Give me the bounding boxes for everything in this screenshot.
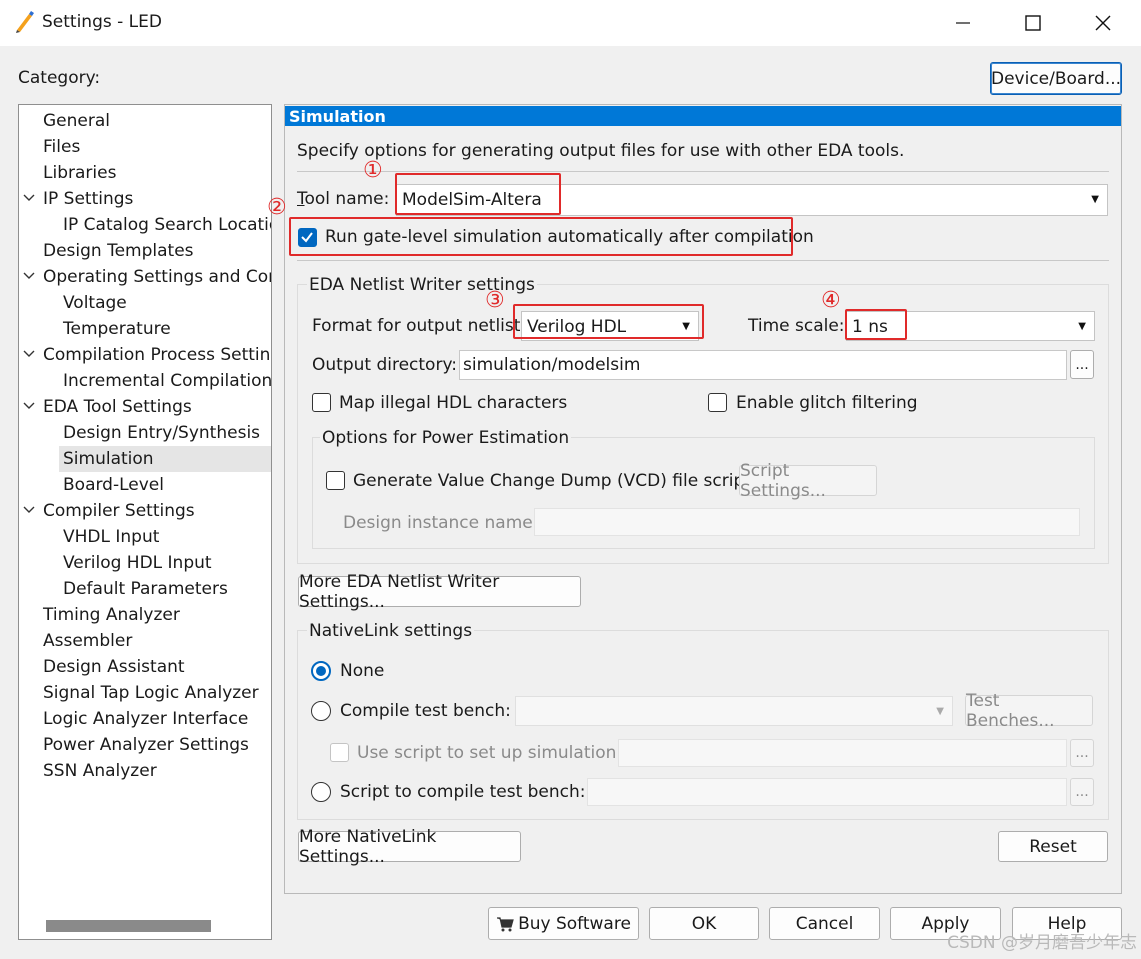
tree-item-incremental-compilation[interactable]: Incremental Compilation — [63, 368, 271, 394]
divider — [297, 171, 1109, 172]
tree-horizontal-scrollbar[interactable] — [46, 920, 211, 932]
nativelink-none-radio[interactable] — [311, 661, 331, 681]
tool-name-label: Tool name: — [297, 189, 390, 209]
nativelink-group-title: NativeLink settings — [307, 621, 475, 641]
output-directory-browse-button[interactable]: ... — [1070, 350, 1094, 379]
map-illegal-checkbox[interactable] — [312, 393, 331, 412]
chevron-down-icon: ▼ — [1078, 321, 1086, 332]
maximize-icon — [1025, 15, 1041, 31]
power-group-title: Options for Power Estimation — [320, 428, 572, 448]
map-illegal-label: Map illegal HDL characters — [339, 393, 568, 413]
minimize-icon — [956, 22, 970, 24]
annotation-box-3 — [513, 304, 704, 339]
tree-item-board-level[interactable]: Board-Level — [63, 472, 164, 498]
tree-item-vhdl-input[interactable]: VHDL Input — [63, 524, 159, 550]
panel-description: Specify options for generating output fi… — [297, 141, 905, 161]
use-script-browse-button[interactable]: ... — [1070, 739, 1094, 767]
tree-item-power-analyzer-settings[interactable]: Power Analyzer Settings — [43, 732, 249, 758]
tree-item-logic-analyzer-interface[interactable]: Logic Analyzer Interface — [43, 706, 248, 732]
chevron-down-icon[interactable] — [23, 498, 35, 524]
tree-item-simulation[interactable]: Simulation — [63, 446, 154, 472]
buy-software-label: Buy Software — [518, 913, 631, 934]
script-compile-radio[interactable] — [311, 782, 331, 802]
glitch-filtering-checkbox[interactable] — [708, 393, 727, 412]
tree-item-default-parameters[interactable]: Default Parameters — [63, 576, 228, 602]
tree-item-verilog-hdl-input[interactable]: Verilog HDL Input — [63, 550, 212, 576]
tree-item-operating-settings-and-conc[interactable]: Operating Settings and Conc — [43, 264, 271, 290]
reset-button[interactable]: Reset — [998, 831, 1108, 862]
quartus-pen-icon — [14, 10, 36, 34]
more-nativelink-settings-button[interactable]: More NativeLink Settings... — [298, 827, 521, 867]
annotation-number-3: ③ — [485, 288, 505, 313]
ok-button[interactable]: OK — [649, 907, 759, 940]
nativelink-none-label: None — [340, 661, 385, 681]
category-tree[interactable]: General Files Libraries IP Settings IP Catal… — [18, 104, 272, 940]
minimize-button[interactable] — [928, 0, 998, 46]
close-icon — [1095, 15, 1111, 31]
test-benches-button[interactable]: Test Benches... — [965, 691, 1093, 731]
compile-test-bench-select[interactable]: ▼ — [515, 696, 953, 726]
chevron-down-icon[interactable] — [23, 264, 35, 290]
tree-item-voltage[interactable]: Voltage — [63, 290, 127, 316]
chevron-down-icon: ▼ — [936, 706, 944, 717]
panel-header: Simulation — [285, 106, 1121, 126]
chevron-down-icon[interactable] — [23, 394, 35, 420]
tree-item-signal-tap-logic-analyzer[interactable]: Signal Tap Logic Analyzer — [43, 680, 259, 706]
tree-item-general[interactable]: General — [43, 108, 110, 134]
vcd-label: Generate Value Change Dump (VCD) file sc… — [353, 471, 751, 491]
tool-name-label-text: ool name: — [304, 189, 390, 209]
design-instance-label: Design instance name: — [343, 513, 539, 533]
tree-item-ip-settings[interactable]: IP Settings — [43, 186, 133, 212]
close-button[interactable] — [1068, 0, 1138, 46]
buy-software-button[interactable]: Buy Software — [488, 907, 639, 940]
annotation-box-2 — [289, 217, 793, 256]
design-instance-input[interactable] — [534, 508, 1080, 536]
annotation-number-2: ② — [267, 195, 287, 220]
annotation-number-1: ① — [363, 158, 383, 183]
script-compile-browse-button[interactable]: ... — [1070, 778, 1094, 806]
cancel-button[interactable]: Cancel — [769, 907, 880, 940]
tree-item-ip-catalog-search-locatio[interactable]: IP Catalog Search Locatio — [63, 212, 271, 238]
compile-test-bench-radio[interactable] — [311, 701, 331, 721]
cart-icon — [497, 916, 514, 931]
more-netlist-settings-button[interactable]: More EDA Netlist Writer Settings... — [298, 572, 581, 612]
annotation-number-4: ④ — [821, 288, 841, 313]
window-title: Settings - LED — [42, 12, 162, 32]
format-label: Format for output netlist: — [312, 316, 527, 336]
tree-item-timing-analyzer[interactable]: Timing Analyzer — [43, 602, 180, 628]
tree-item-temperature[interactable]: Temperature — [63, 316, 171, 342]
tree-item-files[interactable]: Files — [43, 134, 80, 160]
chevron-down-icon[interactable] — [23, 186, 35, 212]
tree-item-design-assistant[interactable]: Design Assistant — [43, 654, 185, 680]
vcd-checkbox[interactable] — [326, 471, 345, 490]
category-label: Category: — [18, 68, 101, 88]
tree-item-design-templates[interactable]: Design Templates — [43, 238, 194, 264]
watermark: CSDN @岁月磨吾少年志 — [947, 933, 1137, 953]
script-compile-input[interactable] — [587, 778, 1067, 806]
tree-item-compiler-settings[interactable]: Compiler Settings — [43, 498, 195, 524]
compile-test-bench-label: Compile test bench: — [340, 701, 511, 721]
divider — [297, 260, 1109, 261]
output-directory-label: Output directory: — [312, 355, 457, 375]
chevron-down-icon[interactable] — [23, 342, 35, 368]
output-directory-input[interactable]: simulation/modelsim — [459, 350, 1067, 380]
script-settings-button[interactable]: Script Settings... — [739, 461, 877, 501]
tree-item-assembler[interactable]: Assembler — [43, 628, 132, 654]
tree-item-ssn-analyzer[interactable]: SSN Analyzer — [43, 758, 157, 784]
script-compile-label: Script to compile test bench: — [340, 782, 586, 802]
tree-item-compilation-process-setting[interactable]: Compilation Process Setting — [43, 342, 271, 368]
annotation-box-1 — [395, 173, 561, 215]
device-board-button[interactable]: Device/Board... — [990, 62, 1122, 95]
maximize-button[interactable] — [998, 0, 1068, 46]
annotation-box-4 — [845, 309, 907, 340]
use-script-checkbox[interactable] — [330, 743, 349, 762]
chevron-down-icon: ▼ — [1091, 194, 1099, 205]
glitch-filtering-label: Enable glitch filtering — [736, 393, 918, 413]
use-script-input[interactable] — [618, 739, 1067, 767]
tree-item-libraries[interactable]: Libraries — [43, 160, 116, 186]
tree-item-eda-tool-settings[interactable]: EDA Tool Settings — [43, 394, 192, 420]
time-scale-label: Time scale: — [748, 316, 845, 336]
use-script-label: Use script to set up simulation: — [357, 743, 623, 763]
tree-item-design-entry-synthesis[interactable]: Design Entry/Synthesis — [63, 420, 260, 446]
